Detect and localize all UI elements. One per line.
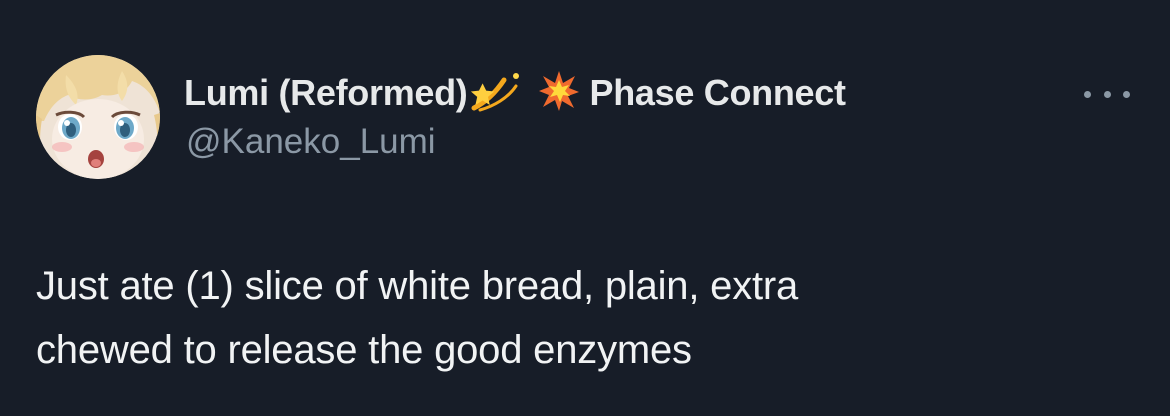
more-dot <box>1123 90 1130 98</box>
author-name-row: Lumi (Reformed) Phase Connect <box>184 70 846 116</box>
tweet-text-line: Just ate (1) slice of white bread, plain… <box>36 264 799 308</box>
author-display-name[interactable]: Lumi (Reformed) <box>184 72 468 114</box>
tweet-text: Just ate (1) slice of white bread, plain… <box>36 254 1126 382</box>
author-handle[interactable]: @Kaneko_Lumi <box>186 122 436 162</box>
more-horizontal-icon[interactable] <box>1084 82 1130 106</box>
more-dot <box>1084 90 1091 98</box>
more-dot <box>1103 90 1111 98</box>
dizzy-comet-icon <box>470 68 524 119</box>
collision-icon <box>538 70 580 117</box>
avatar[interactable] <box>36 55 160 179</box>
avatar-image <box>36 55 160 179</box>
affiliation-name[interactable]: Phase Connect <box>590 72 846 114</box>
tweet: Lumi (Reformed) Phase Connect @Kaneko_Lu… <box>0 0 1170 416</box>
tweet-text-line: chewed to release the good enzymes <box>36 328 692 372</box>
